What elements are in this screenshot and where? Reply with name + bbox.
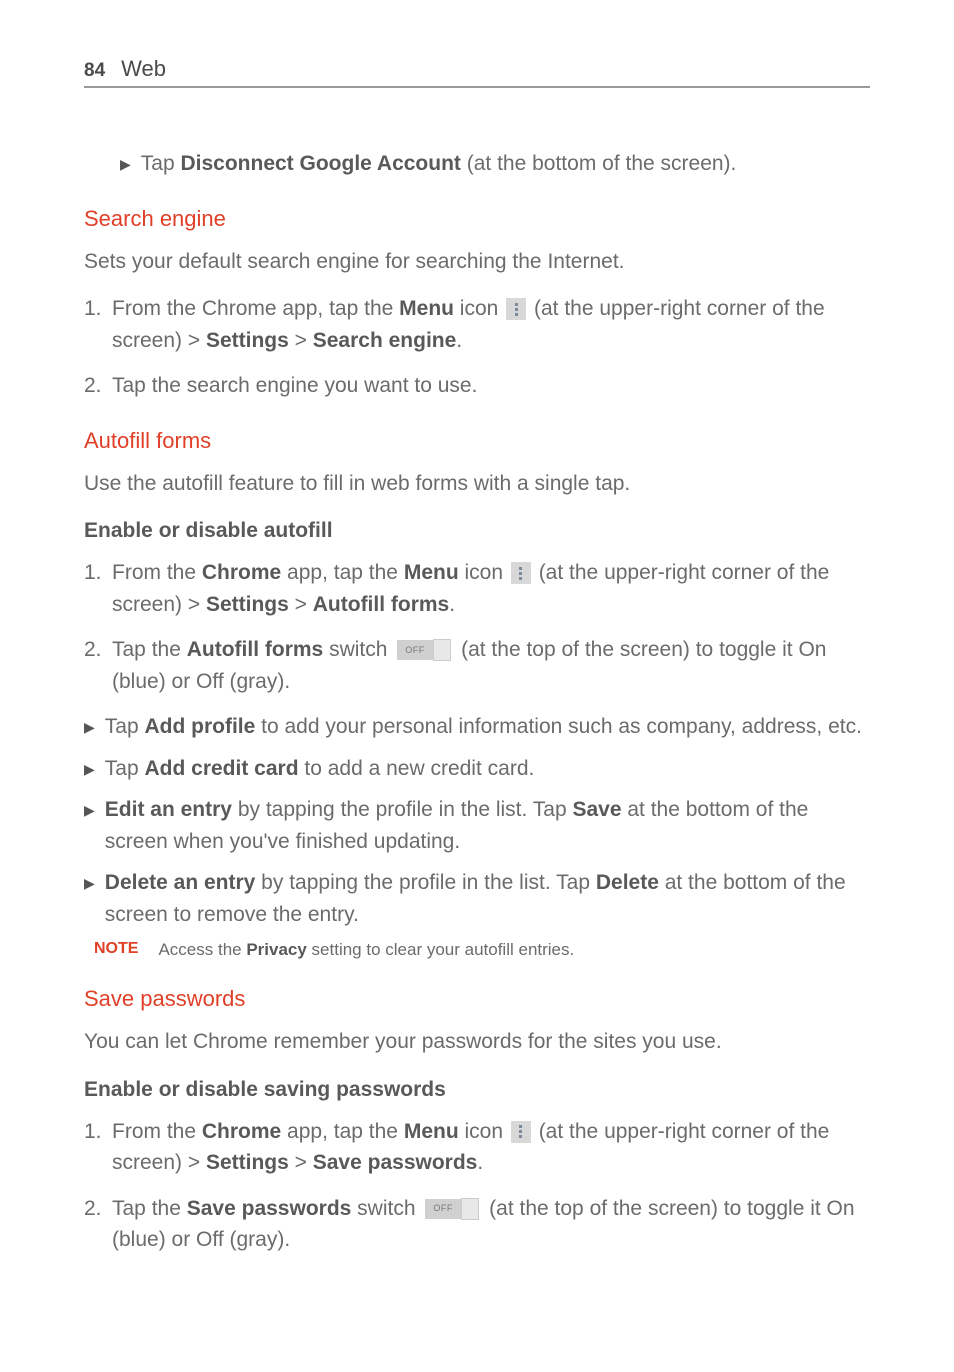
search-engine-desc: Sets your default search engine for sear… — [84, 246, 870, 278]
autofill-desc: Use the autofill feature to fill in web … — [84, 468, 870, 500]
list-number: 1. — [84, 293, 104, 356]
menu-icon — [511, 1121, 531, 1143]
list-number: 1. — [84, 1116, 104, 1179]
document-page: 84 Web ▶ Tap Disconnect Google Account (… — [0, 0, 954, 1310]
list-number: 2. — [84, 370, 104, 402]
triangle-icon: ▶ — [120, 154, 131, 180]
note-label: NOTE — [94, 940, 138, 960]
menu-icon — [511, 562, 531, 584]
save-pw-step1: 1. From the Chrome app, tap the Menu ico… — [84, 1116, 870, 1179]
autofill-step2: 2. Tap the Autofill forms switch OFF (at… — [84, 634, 870, 697]
save-pw-subheading: Enable or disable saving passwords — [84, 1078, 870, 1102]
note-row: NOTE Access the Privacy setting to clear… — [84, 940, 870, 960]
save-pw-desc: You can let Chrome remember your passwor… — [84, 1026, 870, 1058]
page-number: 84 — [84, 60, 105, 82]
heading-search-engine: Search engine — [84, 206, 870, 232]
heading-save-passwords: Save passwords — [84, 986, 870, 1012]
list-number: 2. — [84, 1193, 104, 1256]
triangle-icon: ▶ — [84, 717, 95, 743]
note-text: Access the Privacy setting to clear your… — [158, 940, 574, 960]
autofill-subheading: Enable or disable autofill — [84, 519, 870, 543]
save-pw-step2: 2. Tap the Save passwords switch OFF (at… — [84, 1193, 870, 1256]
bullet-edit-entry: ▶ Edit an entry by tapping the profile i… — [84, 794, 870, 857]
page-header: 84 Web — [84, 56, 870, 88]
bullet-delete-entry: ▶ Delete an entry by tapping the profile… — [84, 867, 870, 930]
menu-icon — [506, 298, 526, 320]
switch-off-icon: OFF — [397, 640, 451, 660]
bullet-add-profile: ▶ Tap Add profile to add your personal i… — [84, 711, 870, 743]
bullet-add-card: ▶ Tap Add credit card to add a new credi… — [84, 753, 870, 785]
search-engine-step2: 2. Tap the search engine you want to use… — [84, 370, 870, 402]
bullet-text: Tap Disconnect Google Account (at the bo… — [141, 148, 737, 180]
list-number: 2. — [84, 634, 104, 697]
search-engine-step1: 1. From the Chrome app, tap the Menu ico… — [84, 293, 870, 356]
bullet-disconnect: ▶ Tap Disconnect Google Account (at the … — [120, 148, 870, 180]
autofill-step1: 1. From the Chrome app, tap the Menu ico… — [84, 557, 870, 620]
triangle-icon: ▶ — [84, 759, 95, 785]
switch-off-icon: OFF — [425, 1199, 479, 1219]
triangle-icon: ▶ — [84, 800, 95, 857]
heading-autofill: Autofill forms — [84, 428, 870, 454]
triangle-icon: ▶ — [84, 873, 95, 930]
page-title: Web — [121, 56, 166, 82]
list-number: 1. — [84, 557, 104, 620]
